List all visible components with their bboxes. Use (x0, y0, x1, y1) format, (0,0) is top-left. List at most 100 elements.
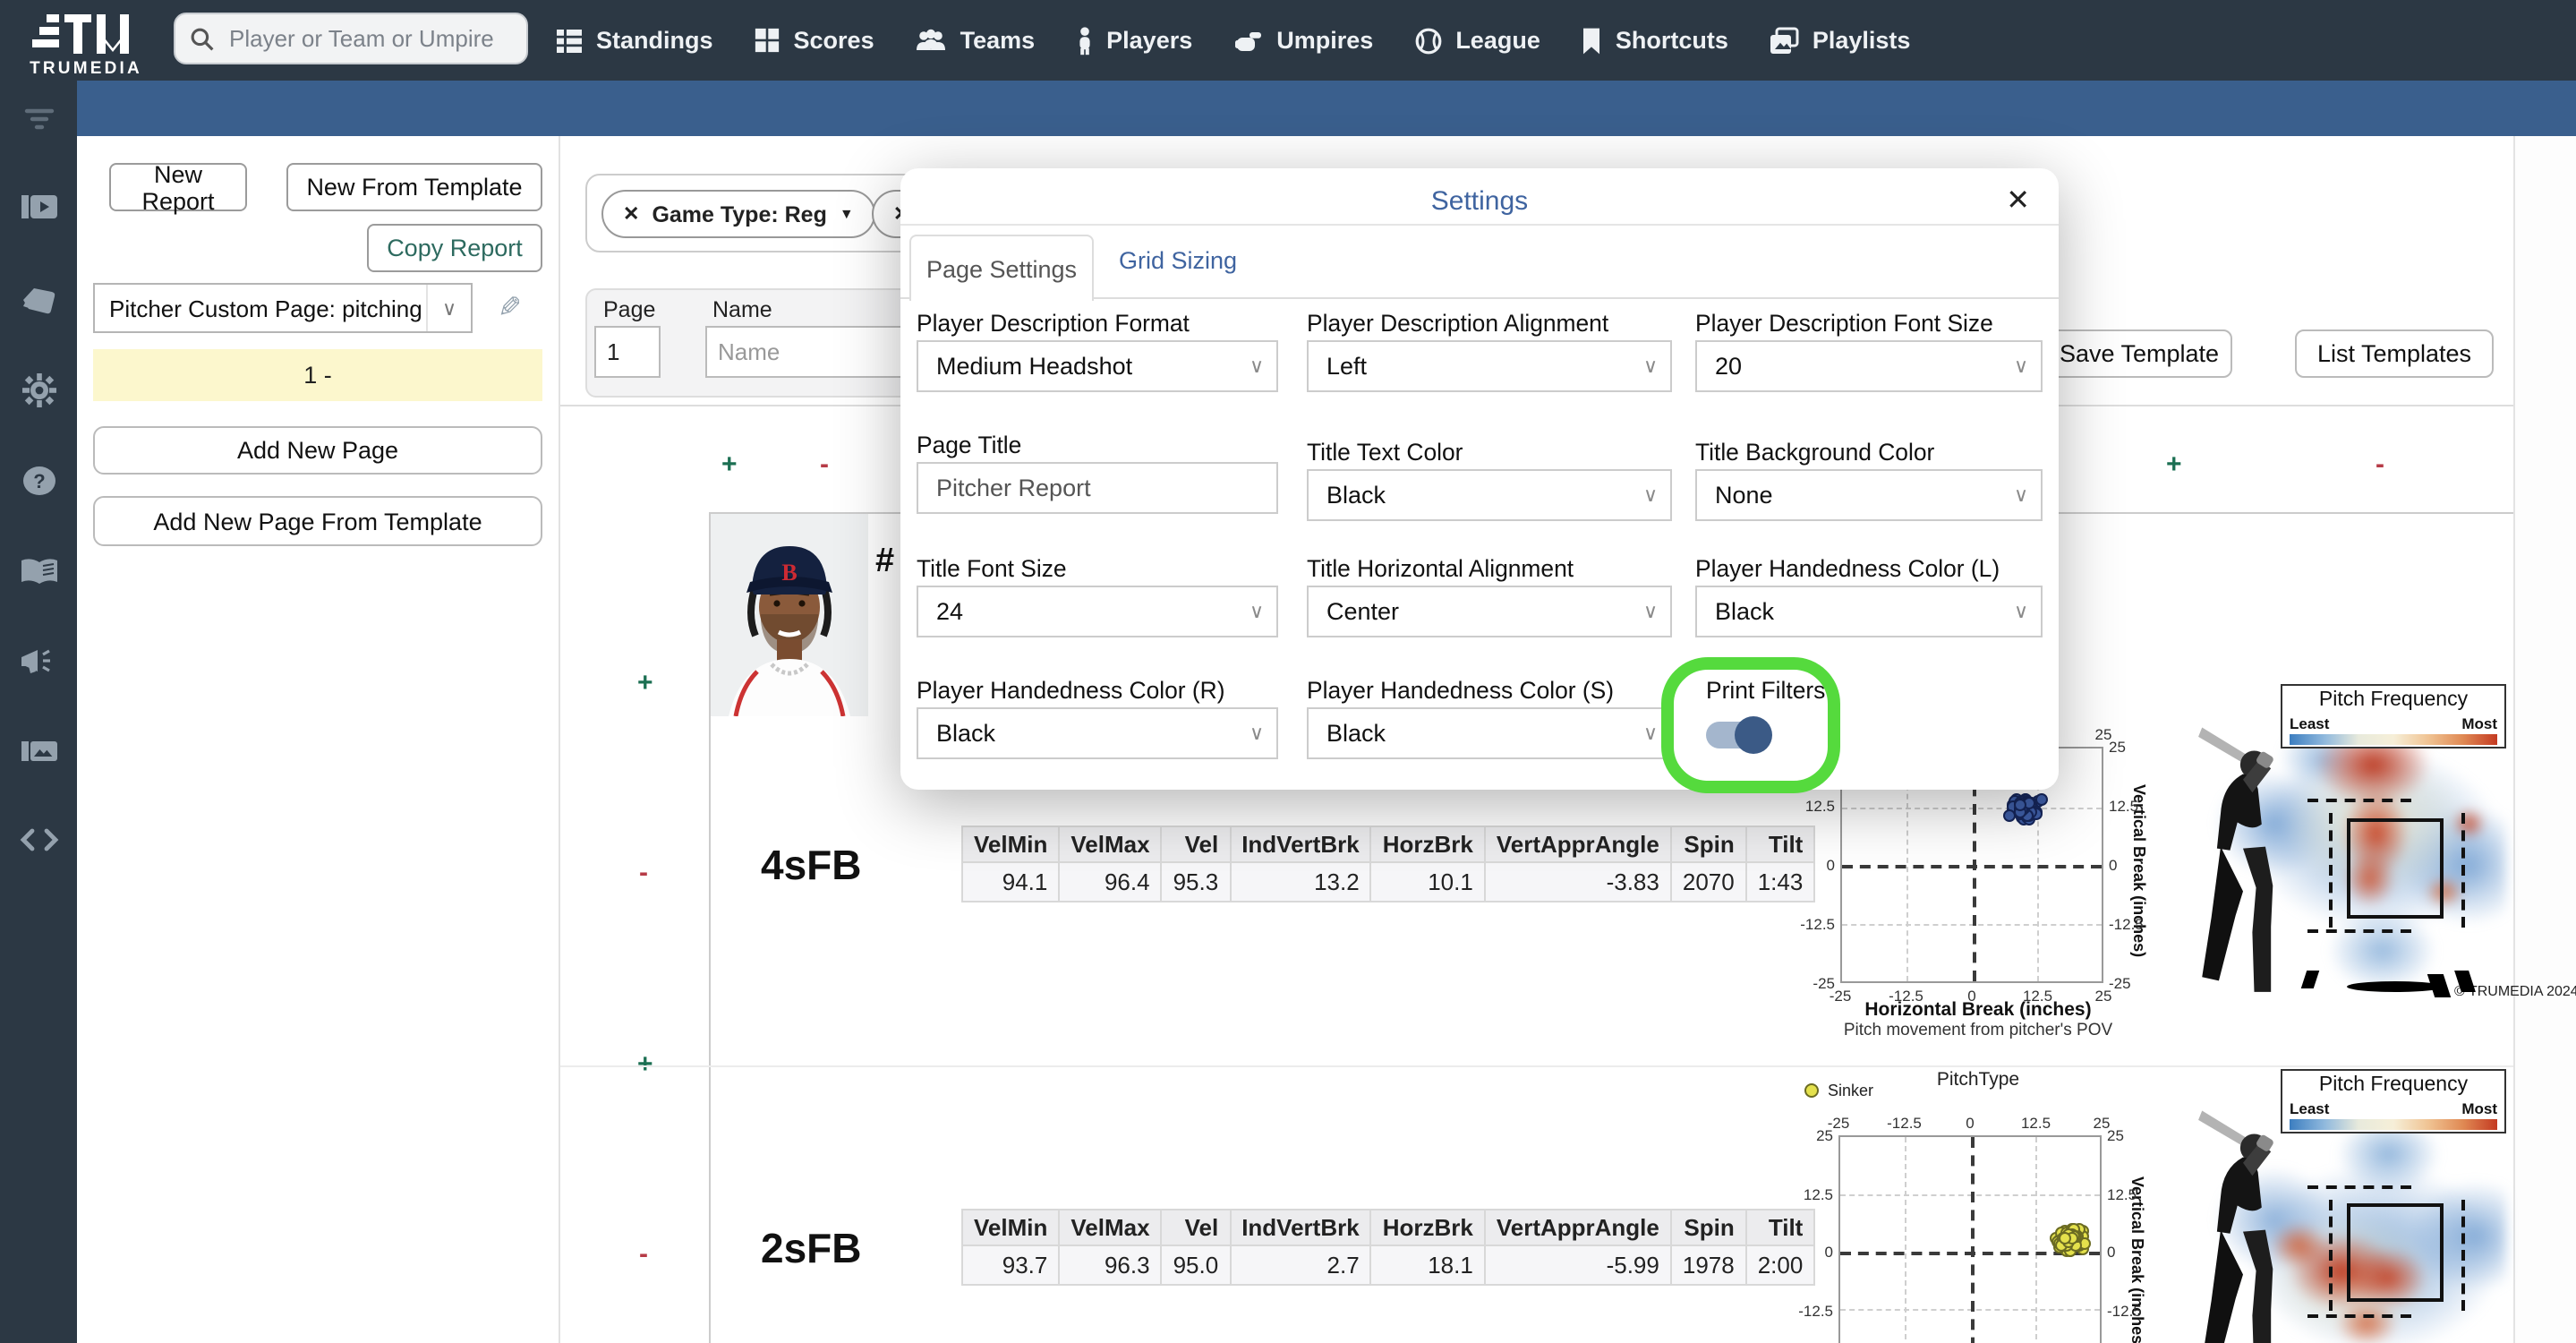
col-horzbrk: HorzBrk (1369, 825, 1486, 863)
images-icon (21, 740, 56, 760)
player-description-font-size-select[interactable]: 20 ∨ (1695, 340, 2043, 392)
axis-tick-label: 0 (1967, 987, 1976, 1005)
stats-table-2sfb: VelMin VelMax Vel IndVertBrk HorzBrk Ver… (960, 1209, 1816, 1286)
player-number-hash: # (875, 543, 895, 580)
axis-tick-label: -12.5 (1887, 1114, 1922, 1132)
edit-pencil-icon[interactable]: ✎ (498, 290, 522, 326)
heatmap-color-scale (2290, 1119, 2497, 1130)
axis-tick-label: -25 (1813, 974, 1835, 992)
filter-icon[interactable] (0, 91, 77, 145)
nav-umpires[interactable]: Umpires (1233, 26, 1373, 55)
filter-chip-game-type[interactable]: ✕ Game Type: Reg ▼ (601, 190, 875, 238)
tag-icon[interactable] (0, 274, 77, 328)
heatmap-most-label: Most (2461, 1099, 2497, 1117)
chevron-down-icon: ∨ (426, 285, 471, 331)
add-column-button[interactable]: + (721, 451, 738, 478)
nav-playlists[interactable]: Playlists (1770, 26, 1910, 55)
remove-row-button[interactable]: - (639, 860, 648, 886)
nav-shortcuts[interactable]: Shortcuts (1582, 26, 1728, 55)
new-from-template-button[interactable]: New From Template (286, 163, 542, 211)
col-vertapprangle: VertApprAngle (1483, 825, 1672, 863)
new-report-button[interactable]: New Report (109, 160, 247, 214)
add-new-page-button[interactable]: Add New Page (93, 426, 542, 475)
title-horizontal-alignment-select[interactable]: Center ∨ (1307, 586, 1672, 637)
field-label: Player Handedness Color (S) (1307, 677, 1615, 704)
bookmark-icon (1583, 27, 1600, 54)
gear-icon[interactable] (0, 364, 77, 417)
nav-league[interactable]: League (1414, 26, 1540, 55)
megaphone-icon[interactable] (0, 634, 77, 688)
axis-tick-label: 12.5 (2109, 797, 2139, 815)
left-icon-rail: ? (0, 81, 77, 1343)
print-filters-toggle[interactable] (1706, 716, 1772, 754)
trumedia-brand-text: TRUMEDIA (30, 59, 142, 79)
player-description-format-select[interactable]: Medium Headshot ∨ (917, 340, 1278, 392)
list-templates-button[interactable]: List Templates (2295, 329, 2494, 378)
page-number-input[interactable] (594, 326, 661, 378)
col-vel: Vel (1160, 825, 1232, 863)
global-search[interactable] (174, 13, 528, 64)
svg-text:?: ? (32, 469, 44, 492)
image-stack-icon[interactable] (0, 723, 77, 777)
batter-silhouette (2198, 1110, 2273, 1343)
title-background-color-select[interactable]: None ∨ (1695, 469, 2043, 521)
copy-report-button[interactable]: Copy Report (367, 224, 542, 272)
tab-grid-sizing[interactable]: Grid Sizing (1119, 247, 1237, 274)
axis-tick-label: -12.5 (1889, 987, 1923, 1005)
add-row-button[interactable]: + (637, 670, 653, 697)
modal-divider (900, 224, 2059, 226)
chevron-down-icon: ∨ (1642, 356, 1659, 378)
player-handedness-color-l-select[interactable]: Black ∨ (1695, 586, 2043, 637)
report-page-select[interactable]: Pitcher Custom Page: pitching -... ∨ (93, 283, 473, 333)
title-font-size-select[interactable]: 24 ∨ (917, 586, 1278, 637)
nav-scores[interactable]: Scores (755, 27, 874, 54)
player-handedness-color-r-select[interactable]: Black ∨ (917, 707, 1278, 759)
player-description-alignment-select[interactable]: Left ∨ (1307, 340, 1672, 392)
chip-close-icon[interactable]: ✕ (623, 202, 639, 226)
shadow-zone-bottom (2307, 929, 2411, 933)
nav-players-label: Players (1106, 27, 1193, 54)
shadow-zone-top (2307, 1185, 2411, 1189)
field-label: Player Description Alignment (1307, 310, 1609, 337)
home-plate (2347, 981, 2444, 992)
trumedia-logo[interactable]: TRUMEDIA (14, 4, 158, 81)
tab-page-settings[interactable]: Page Settings (909, 235, 1094, 301)
close-icon[interactable]: ✕ (2006, 183, 2030, 218)
app-root: TRUMEDIA Standings Scores Teams (0, 0, 2576, 1343)
heatmap-least-label: Least (2290, 1099, 2330, 1117)
baseball-icon (1415, 27, 1442, 54)
nav-teams[interactable]: Teams (916, 26, 1035, 55)
code-icon[interactable] (0, 813, 77, 867)
player-handedness-color-s-select[interactable]: Black ∨ (1307, 707, 1672, 759)
players-icon (1079, 26, 1090, 55)
search-input[interactable] (226, 23, 519, 54)
remove-column-button[interactable]: - (820, 451, 829, 478)
help-icon[interactable]: ? (0, 453, 77, 507)
svg-text:B: B (781, 560, 797, 586)
remove-row-button[interactable]: - (639, 1241, 648, 1268)
video-playlist-icon[interactable] (0, 183, 77, 236)
book-icon[interactable] (0, 544, 77, 598)
col-velmin: VelMin (960, 825, 1061, 863)
nav-standings[interactable]: Standings (555, 26, 713, 55)
chevron-down-icon: ∨ (2013, 602, 2029, 623)
page-title-input[interactable] (917, 462, 1278, 514)
video-stack-icon (21, 195, 56, 218)
save-template-button[interactable]: Save Template (2046, 329, 2232, 378)
trumedia-logo-icon (32, 14, 129, 54)
scatter-point (2035, 792, 2049, 806)
axis-tick-label: 25 (2107, 1126, 2124, 1144)
add-new-page-from-template-button[interactable]: Add New Page From Template (93, 496, 542, 546)
add-row-button[interactable]: + (637, 1051, 653, 1078)
nav-players[interactable]: Players (1076, 26, 1192, 55)
remove-column-button[interactable]: - (2376, 451, 2384, 478)
pitch-movement-chart-2sfb: PitchType Sinker Vertical Break (inches)… (1790, 1060, 2166, 1343)
chart-legend: Sinker (1804, 1082, 1873, 1099)
chevron-down-icon: ∨ (1642, 723, 1659, 745)
field-label: Player Handedness Color (R) (917, 677, 1225, 704)
standings-icon (557, 29, 582, 52)
title-text-color-select[interactable]: Black ∨ (1307, 469, 1672, 521)
page-indicator-row[interactable]: 1 - (93, 349, 542, 401)
axis-tick-label: -12.5 (2109, 915, 2144, 933)
add-column-button[interactable]: + (2166, 451, 2182, 478)
